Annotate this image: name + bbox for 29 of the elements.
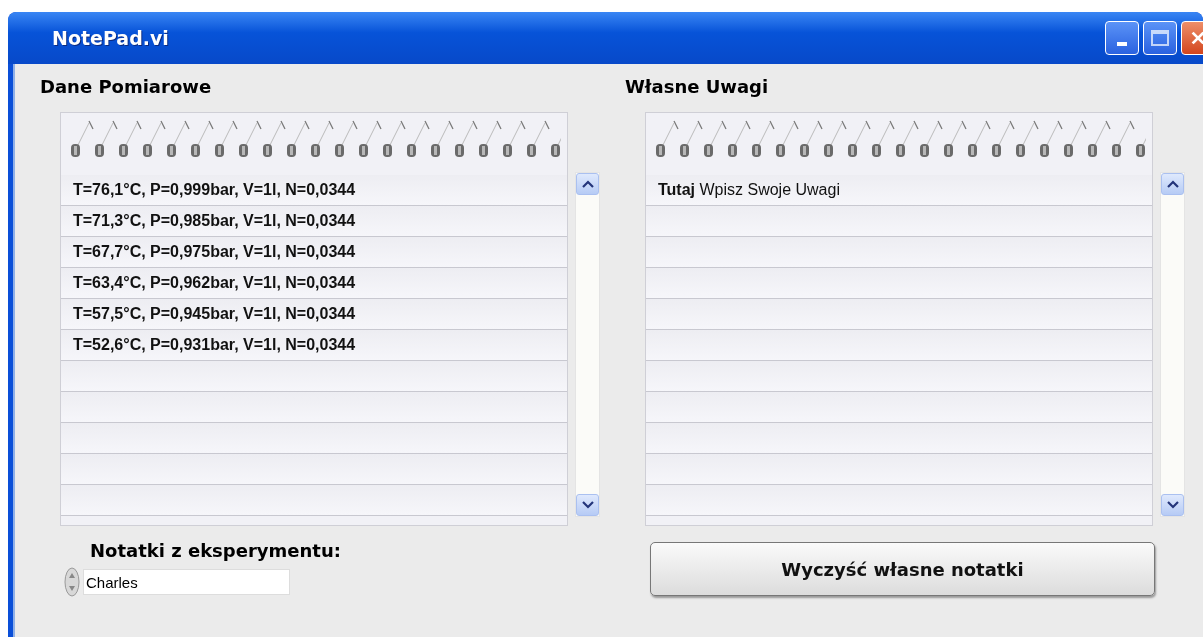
scroll-up-button[interactable]: [1161, 173, 1184, 195]
notepad[interactable]: Tutaj Wpisz Swoje Uwagi: [645, 112, 1153, 526]
scroll-down-button[interactable]: [576, 494, 599, 516]
note-line-text: T=76,1°C, P=0,999bar, V=1l, N=0,0344: [73, 181, 356, 199]
scrollbar[interactable]: [575, 172, 600, 517]
close-icon: [1189, 29, 1203, 47]
chevron-down-icon: [581, 501, 594, 509]
note-line-text: T=71,3°C, P=0,985bar, V=1l, N=0,0344: [73, 212, 356, 230]
chevron-up-icon: [1166, 180, 1179, 188]
chevron-up-icon: [581, 180, 594, 188]
spinner-icon[interactable]: [64, 567, 80, 597]
maximize-button[interactable]: [1143, 21, 1177, 55]
panel-label: Dane Pomiarowe: [40, 76, 213, 99]
notepad[interactable]: [60, 112, 568, 526]
scroll-up-button[interactable]: [576, 173, 599, 195]
clear-notes-button[interactable]: Wyczyść własne notatki: [650, 542, 1155, 596]
note-line-text: T=52,6°C, P=0,931bar, V=1l, N=0,0344: [73, 336, 356, 354]
notes-label: Notatki z eksperymentu:: [90, 540, 342, 561]
panel-label: Własne Uwagi: [625, 76, 770, 99]
notes-input-field[interactable]: Charles: [83, 569, 290, 595]
window-title: NotePad.vi: [52, 27, 169, 49]
note-line-text: Tutaj Wpisz Swoje Uwagi: [658, 181, 840, 199]
note-line-text: T=67,7°C, P=0,975bar, V=1l, N=0,0344: [73, 243, 356, 261]
minimize-button[interactable]: [1105, 21, 1139, 55]
note-line-text: T=63,4°C, P=0,962bar, V=1l, N=0,0344: [73, 274, 356, 292]
chevron-down-icon: [1166, 501, 1179, 509]
scrollbar[interactable]: [1160, 172, 1185, 517]
scroll-down-button[interactable]: [1161, 494, 1184, 516]
note-line-text: T=57,5°C, P=0,945bar, V=1l, N=0,0344: [73, 305, 356, 323]
